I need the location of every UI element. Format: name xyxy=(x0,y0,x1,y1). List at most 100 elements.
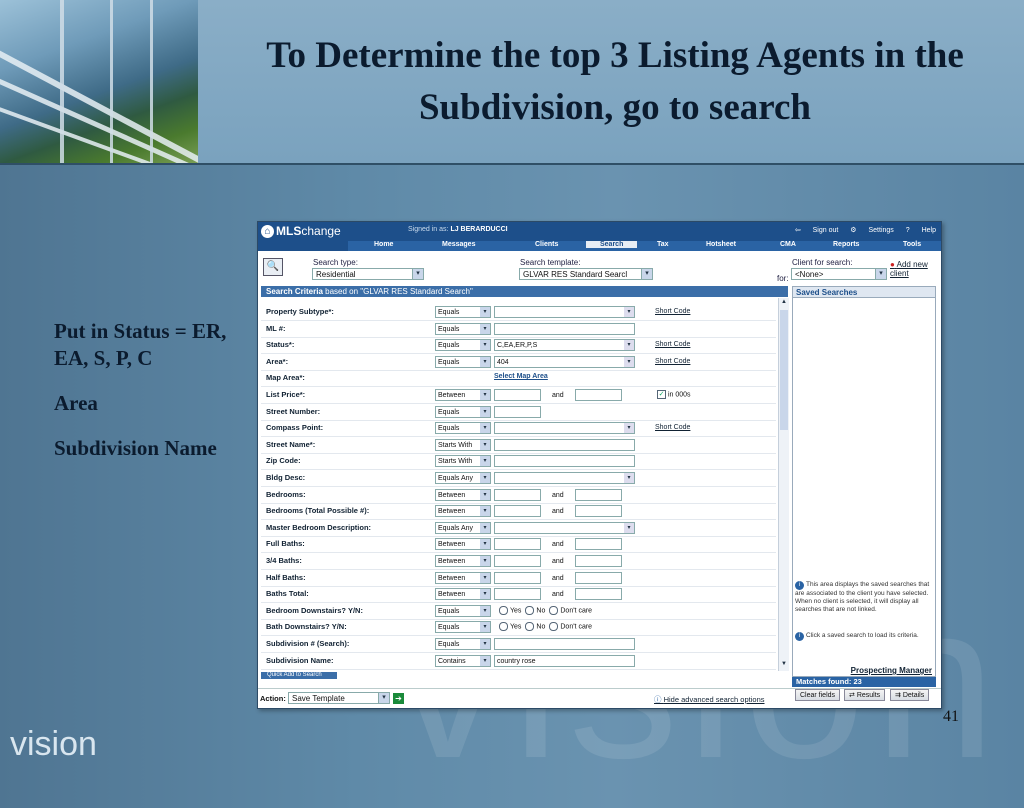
value-input[interactable]: country rose xyxy=(494,654,635,667)
chevron-down-icon: ▾ xyxy=(480,489,490,500)
max-input[interactable] xyxy=(575,389,622,401)
operator-select[interactable]: Equals ▾ xyxy=(435,322,491,335)
value-input[interactable] xyxy=(494,322,635,335)
checkbox-checked-icon: ✓ xyxy=(657,390,666,399)
value-select[interactable]: ▾ xyxy=(494,521,635,534)
short-code-link[interactable]: Short Code xyxy=(655,358,690,365)
value-select[interactable]: ▾ xyxy=(494,422,635,435)
clear-fields-button[interactable]: Clear fields xyxy=(795,689,841,701)
and-label: and xyxy=(552,491,564,499)
operator-select[interactable]: Equals Any ▾ xyxy=(435,521,491,534)
criteria-row: Zip Code: Starts With ▾ xyxy=(261,453,776,471)
client-select[interactable]: <None> ▾ xyxy=(791,268,887,280)
settings-link[interactable]: ⚙ Settings xyxy=(850,227,894,234)
in-000s-checkbox[interactable]: ✓ in 000s xyxy=(657,390,691,399)
app-logo[interactable]: ⌂ MLSchange xyxy=(261,224,341,239)
operator-select[interactable]: Between ▾ xyxy=(435,389,491,401)
tab-search[interactable]: Search xyxy=(586,241,638,248)
min-input[interactable] xyxy=(494,555,541,567)
max-input[interactable] xyxy=(575,571,622,584)
value-select[interactable]: ▾ xyxy=(494,306,635,318)
go-button[interactable]: ➔ xyxy=(393,693,404,704)
tab-hotsheet[interactable]: Hotsheet xyxy=(706,241,736,248)
value-input[interactable] xyxy=(494,405,541,418)
min-input[interactable] xyxy=(494,505,541,518)
criteria-row: Bath Downstairs? Y/N: Equals ▾ Yes No Don't c… xyxy=(261,619,776,637)
chevron-down-icon: ▾ xyxy=(624,522,634,533)
operator-select[interactable]: Equals ▾ xyxy=(435,604,491,617)
select-map-area-link[interactable]: Select Map Area xyxy=(494,373,548,380)
chevron-down-icon: ▾ xyxy=(641,269,652,279)
min-input[interactable] xyxy=(494,571,541,584)
add-new-client-link[interactable]: ● Add new client xyxy=(890,260,938,278)
note-subdivision: Subdivision Name xyxy=(54,436,217,460)
radio-yes[interactable] xyxy=(499,605,508,615)
details-button[interactable]: ⇉ Details xyxy=(890,689,930,701)
tab-home[interactable]: Home xyxy=(374,241,393,248)
tab-tax[interactable]: Tax xyxy=(657,241,669,248)
short-code-link[interactable]: Short Code xyxy=(655,308,690,315)
operator-select[interactable]: Equals ▾ xyxy=(435,405,491,418)
operator-select[interactable]: Between ▾ xyxy=(435,505,491,518)
radio-yes[interactable] xyxy=(499,622,508,632)
prospecting-manager-link[interactable]: Prospecting Manager xyxy=(851,666,932,675)
operator-select[interactable]: Equals ▾ xyxy=(435,422,491,435)
criteria-row: Half Baths: Between ▾ and xyxy=(261,570,776,587)
criteria-row: Subdivision Name: Contains ▾ country rose xyxy=(261,653,776,670)
max-input[interactable] xyxy=(575,555,622,567)
tab-messages[interactable]: Messages xyxy=(442,241,475,248)
max-input[interactable] xyxy=(575,488,622,501)
search-template-select[interactable]: GLVAR RES Standard Searcl ▾ xyxy=(519,268,653,280)
scroll-thumb[interactable] xyxy=(780,310,788,430)
tab-cma[interactable]: CMA xyxy=(780,241,796,248)
value-select[interactable]: C,EA,ER,P,S ▾ xyxy=(494,339,635,352)
sign-out-link[interactable]: ⇦ Sign out xyxy=(795,227,839,234)
value-input[interactable] xyxy=(494,638,635,650)
operator-select[interactable]: Equals ▾ xyxy=(435,306,491,318)
operator-select[interactable]: Equals ▾ xyxy=(435,638,491,650)
min-input[interactable] xyxy=(494,389,541,401)
scroll-up-icon[interactable]: ▲ xyxy=(780,299,788,307)
tab-clients[interactable]: Clients xyxy=(535,241,558,248)
operator-select[interactable]: Equals ▾ xyxy=(435,621,491,634)
value-input[interactable] xyxy=(494,455,635,468)
max-input[interactable] xyxy=(575,538,622,551)
and-label: and xyxy=(552,541,564,549)
min-input[interactable] xyxy=(494,538,541,551)
radio-dont-care[interactable] xyxy=(549,622,559,632)
results-button[interactable]: ⇄ Results xyxy=(844,689,886,701)
radio-no[interactable] xyxy=(525,605,535,615)
value-select[interactable]: 404 ▾ xyxy=(494,355,635,368)
value-select[interactable]: ▾ xyxy=(494,472,635,484)
scroll-down-icon[interactable]: ▼ xyxy=(780,661,788,669)
tab-reports[interactable]: Reports xyxy=(833,241,859,248)
min-input[interactable] xyxy=(494,588,541,601)
help-link[interactable]: ? Help xyxy=(906,227,936,234)
search-type-select[interactable]: Residential ▾ xyxy=(312,268,424,280)
operator-select[interactable]: Between ▾ xyxy=(435,488,491,501)
value-input[interactable] xyxy=(494,438,635,451)
max-input[interactable] xyxy=(575,505,622,518)
quick-add-to-search[interactable]: Quick Add to Search xyxy=(261,672,337,679)
short-code-link[interactable]: Short Code xyxy=(655,341,690,348)
radio-dont-care[interactable] xyxy=(549,605,559,615)
operator-select[interactable]: Equals ▾ xyxy=(435,355,491,368)
min-input[interactable] xyxy=(494,488,541,501)
short-code-link[interactable]: Short Code xyxy=(655,424,690,431)
tab-tools[interactable]: Tools xyxy=(903,241,921,248)
operator-select[interactable]: Equals ▾ xyxy=(435,339,491,352)
operator-select[interactable]: Starts With ▾ xyxy=(435,438,491,451)
operator-select[interactable]: Between ▾ xyxy=(435,538,491,551)
saved-searches-header: Saved Searches xyxy=(792,286,936,298)
operator-select[interactable]: Starts With ▾ xyxy=(435,455,491,468)
action-select[interactable]: Save Template ▾ xyxy=(288,692,390,704)
operator-select[interactable]: Contains ▾ xyxy=(435,654,491,667)
radio-no[interactable] xyxy=(525,622,535,632)
max-input[interactable] xyxy=(575,588,622,601)
hide-advanced-link[interactable]: ⓘ Hide advanced search options xyxy=(654,694,765,705)
operator-select[interactable]: Between ▾ xyxy=(435,555,491,567)
operator-select[interactable]: Between ▾ xyxy=(435,588,491,601)
operator-select[interactable]: Between ▾ xyxy=(435,571,491,584)
form-scrollbar[interactable]: ▲ ▼ xyxy=(778,298,789,671)
operator-select[interactable]: Equals Any ▾ xyxy=(435,472,491,484)
